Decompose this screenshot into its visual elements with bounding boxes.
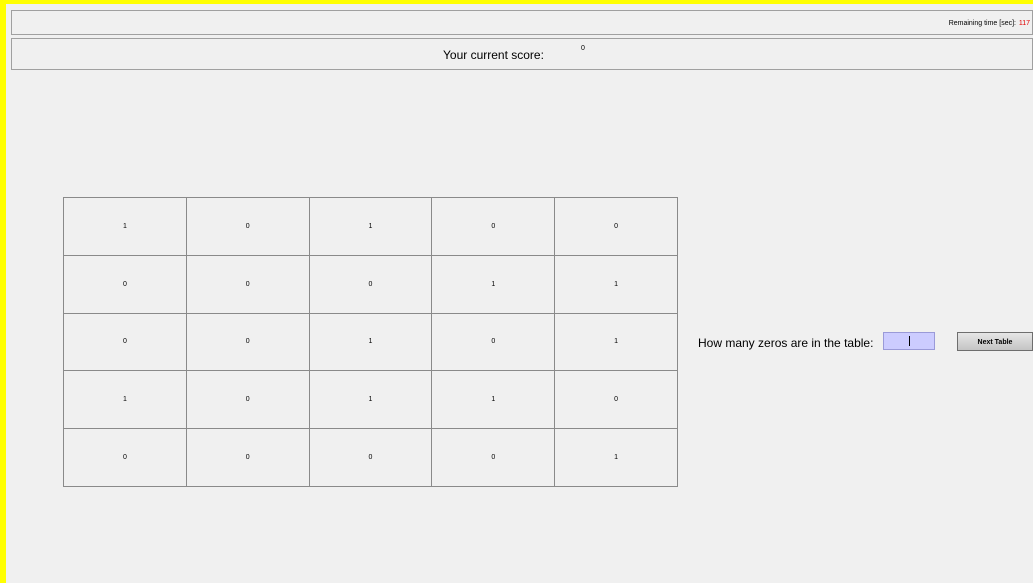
table-row: 00001 bbox=[63, 428, 678, 487]
table-cell: 0 bbox=[431, 428, 556, 487]
table-cell: 1 bbox=[308, 370, 433, 430]
table-row: 00011 bbox=[63, 254, 678, 314]
table-cell: 1 bbox=[554, 428, 678, 487]
table-cell: 1 bbox=[554, 312, 678, 372]
task-panel: Remaining time [sec]: 117 Your current s… bbox=[6, 4, 1033, 583]
table-row: 10110 bbox=[63, 370, 678, 430]
table-cell: 0 bbox=[308, 428, 433, 487]
table-cell: 0 bbox=[63, 428, 187, 487]
table-row: 10100 bbox=[63, 197, 678, 256]
table-cell: 0 bbox=[185, 197, 310, 256]
timer-bar: Remaining time [sec]: 117 bbox=[11, 10, 1033, 35]
table-cell: 1 bbox=[308, 312, 433, 372]
table-cell: 0 bbox=[431, 312, 556, 372]
number-table-body: 1010000011001011011000001 bbox=[63, 197, 678, 487]
zeros-count-input[interactable] bbox=[883, 332, 935, 350]
table-row: 00101 bbox=[63, 312, 678, 372]
table-cell: 0 bbox=[185, 254, 310, 314]
table-cell: 0 bbox=[63, 254, 187, 314]
table-cell: 1 bbox=[431, 370, 556, 430]
timer-value: 117 bbox=[1018, 20, 1030, 27]
table-cell: 1 bbox=[63, 197, 187, 256]
table-cell: 0 bbox=[431, 197, 556, 256]
table-cell: 0 bbox=[185, 312, 310, 372]
score-bar: Your current score: 0 bbox=[11, 38, 1033, 70]
table-cell: 0 bbox=[554, 370, 678, 430]
text-caret bbox=[909, 336, 910, 346]
table-cell: 0 bbox=[308, 254, 433, 314]
table-cell: 0 bbox=[185, 428, 310, 487]
table-cell: 1 bbox=[554, 254, 678, 314]
table-cell: 0 bbox=[185, 370, 310, 430]
table-cell: 1 bbox=[431, 254, 556, 314]
timer-label: Remaining time [sec]: bbox=[948, 20, 1016, 27]
next-table-button[interactable]: Next Table bbox=[957, 332, 1033, 351]
table-cell: 0 bbox=[63, 312, 187, 372]
table-cell: 0 bbox=[554, 197, 678, 256]
number-table: 1010000011001011011000001 bbox=[63, 197, 678, 487]
score-value: 0 bbox=[581, 45, 585, 52]
score-label: Your current score: bbox=[443, 48, 544, 62]
question-label: How many zeros are in the table: bbox=[698, 336, 874, 350]
table-cell: 1 bbox=[63, 370, 187, 430]
table-cell: 1 bbox=[308, 197, 433, 256]
